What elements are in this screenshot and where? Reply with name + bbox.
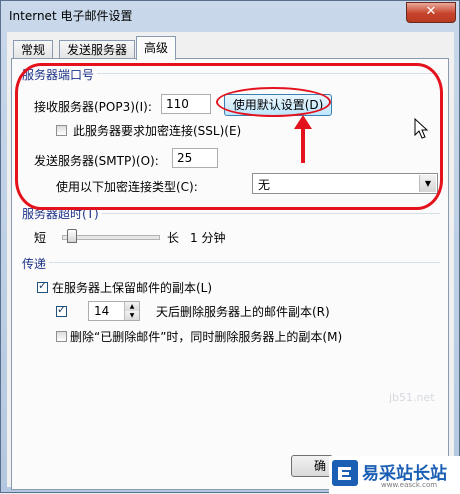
keep-copy-label: 在服务器上保留邮件的副本(L) (52, 281, 213, 295)
window-title: Internet 电子邮件设置 (9, 9, 133, 23)
ssl-checkbox[interactable] (56, 125, 67, 136)
remove-deleted-checkbox[interactable] (56, 331, 67, 342)
timeout-group-label: 服务器超时(T) (22, 205, 102, 222)
dialog-client: 常规 发送服务器 高级 服务器端口号 接收服务器(POP3)(I): 110 使… (7, 32, 454, 490)
encryption-type-value: 无 (258, 178, 271, 192)
timeout-long-label: 长 (167, 231, 180, 245)
ok-button[interactable]: 确定 (291, 455, 333, 477)
incoming-port-input[interactable]: 110 (161, 94, 211, 114)
timeout-short-label: 短 (34, 231, 47, 245)
remove-deleted-label: 删除“已删除邮件”时，同时删除服务器上的副本(M) (70, 330, 343, 344)
tab-general[interactable]: 常规 (13, 40, 54, 59)
remove-after-days-value: 14 (94, 304, 110, 318)
faint-watermark: jb51.net (389, 391, 435, 404)
remove-after-days-stepper[interactable]: 14 ▲ ▼ (88, 301, 140, 321)
watermark-url: www.easck.com (381, 481, 438, 489)
outgoing-server-label: 发送服务器(SMTP)(O): (34, 154, 159, 168)
delivery-group-divider (22, 262, 440, 263)
settings-window: Internet 电子邮件设置 ✕ 常规 发送服务器 高级 服务器端口号 接收服… (0, 0, 460, 494)
delivery-group-label: 传递 (22, 255, 50, 272)
title-bar[interactable]: Internet 电子邮件设置 ✕ (1, 1, 459, 29)
keep-copy-checkbox[interactable] (37, 279, 48, 293)
remove-after-label: 天后删除服务器上的邮件副本(R) (156, 305, 330, 319)
annotation-arrow-icon (294, 115, 312, 163)
tab-outgoing-server[interactable]: 发送服务器 (59, 40, 136, 59)
stepper-up-icon[interactable]: ▲ (124, 302, 139, 311)
watermark-logo-icon (332, 460, 358, 486)
close-icon: ✕ (425, 4, 437, 19)
tab-advanced[interactable]: 高级 (136, 36, 177, 60)
remove-after-checkbox[interactable] (56, 303, 67, 317)
ports-group-label: 服务器端口号 (22, 66, 98, 83)
mouse-cursor-icon (414, 118, 429, 139)
chevron-down-icon[interactable]: ▼ (419, 175, 436, 192)
ssl-label: 此服务器要求加密连接(SSL)(E) (73, 124, 242, 138)
advanced-panel: 服务器端口号 接收服务器(POP3)(I): 110 使用默认设置(D) 此服务… (11, 58, 449, 490)
encryption-type-select[interactable]: 无 ▼ (252, 173, 438, 194)
outgoing-port-input[interactable]: 25 (172, 148, 218, 168)
timeout-value: 1 分钟 (190, 231, 226, 245)
stepper-down-icon[interactable]: ▼ (124, 311, 139, 320)
encryption-type-label: 使用以下加密连接类型(C): (56, 180, 198, 194)
timeout-slider-thumb[interactable] (66, 229, 77, 243)
use-defaults-button[interactable]: 使用默认设置(D) (224, 94, 332, 116)
site-watermark: 易采站长站 www.easck.com (329, 456, 460, 494)
incoming-server-label: 接收服务器(POP3)(I): (34, 100, 152, 114)
close-button[interactable]: ✕ (406, 2, 456, 23)
